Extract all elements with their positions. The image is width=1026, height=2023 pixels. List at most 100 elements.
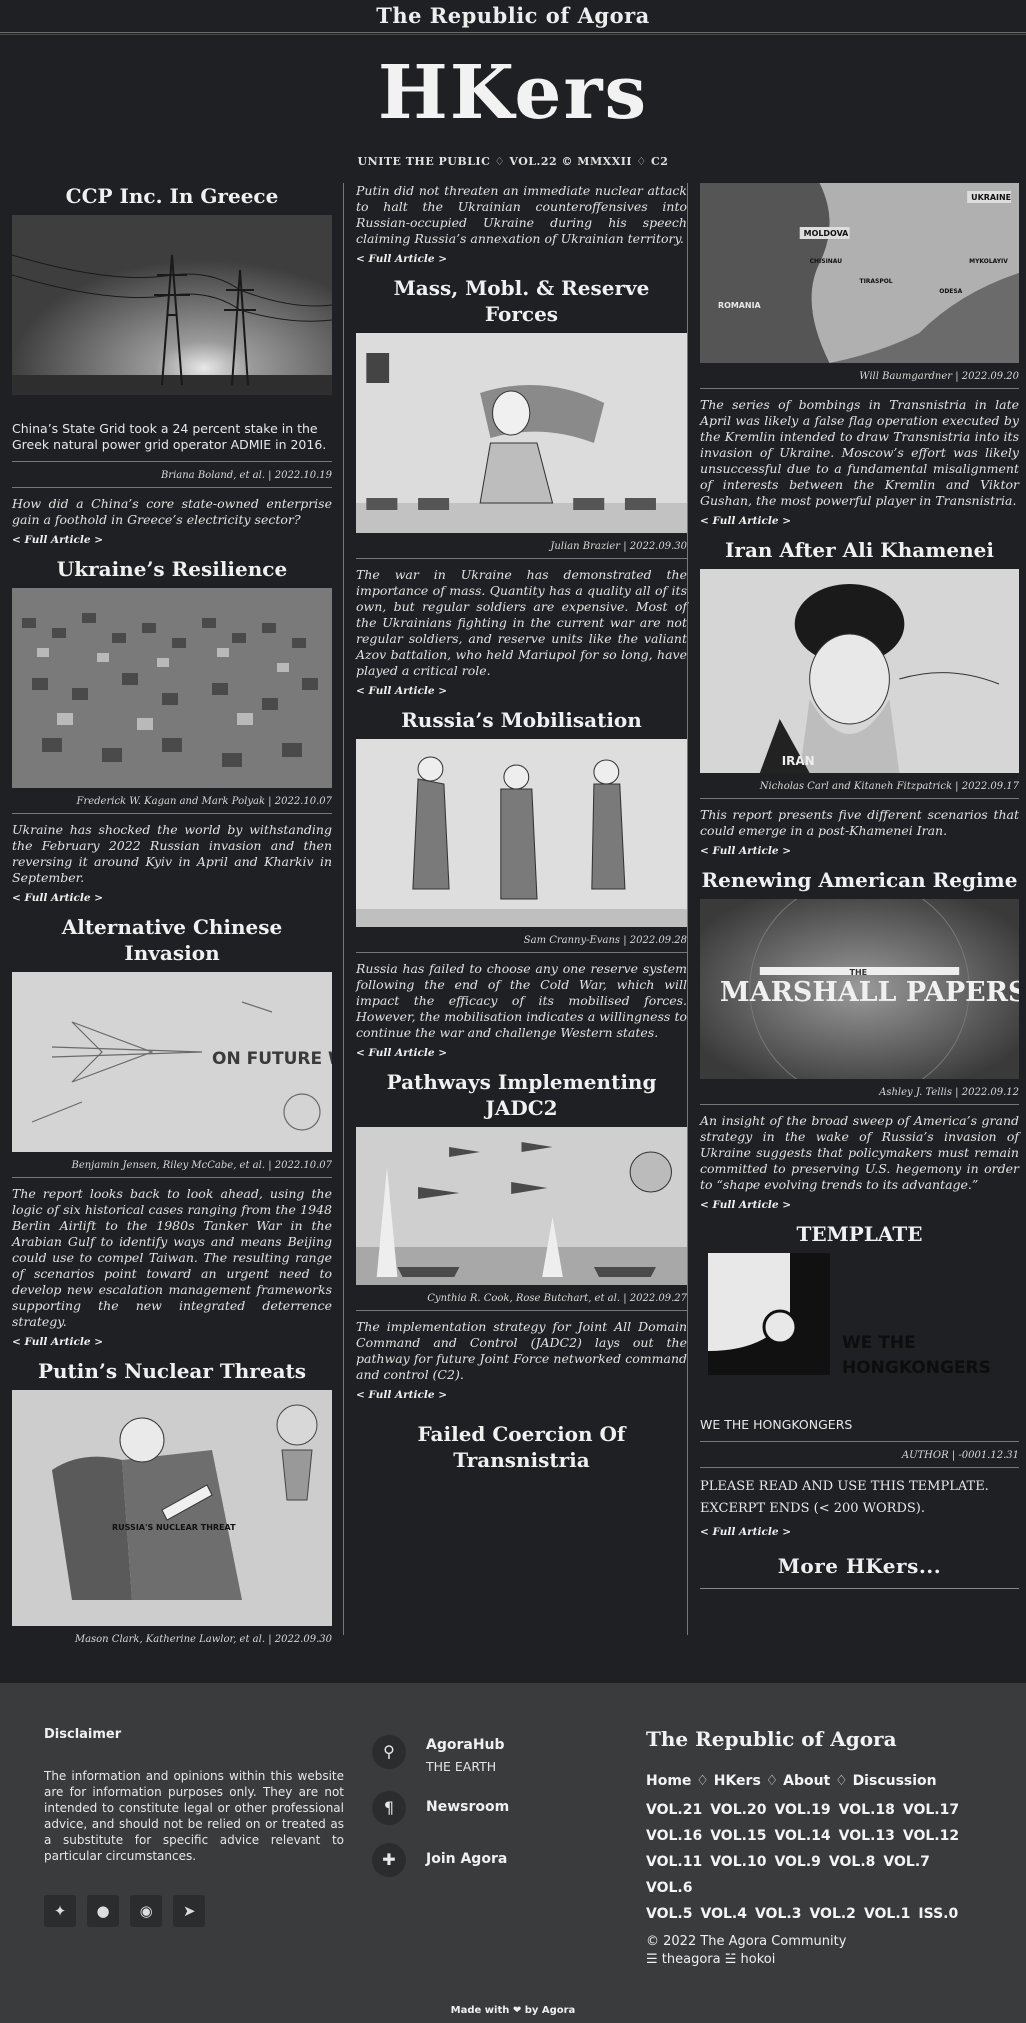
full-article-link[interactable]: < Full Article > [700,1526,1019,1538]
volume-link[interactable]: VOL.19 [774,1797,830,1823]
volume-link[interactable]: VOL.21 [646,1797,702,1823]
article-title[interactable]: Renewing American Regime [700,867,1019,893]
article-abstract: How did a China’s core state-owned enter… [12,496,332,527]
reddit-icon[interactable]: ◉ [130,1895,163,1927]
full-article-link[interactable]: < Full Article > [356,685,687,697]
article-title[interactable]: Russia’s Mobilisation [356,707,687,733]
nav-discussion[interactable]: Discussion [853,1773,937,1789]
contact-label: AgoraHub [426,1737,505,1753]
disclaimer: Disclaimer The information and opinions … [44,1727,344,1864]
article-title[interactable]: Pathways Implementing JADC2 [356,1069,687,1121]
article-summary: China’s State Grid took a 24 percent sta… [12,421,327,452]
volume-link[interactable]: VOL.14 [774,1823,830,1849]
divider [700,388,1019,389]
article-image-flags[interactable] [12,588,332,788]
article-title[interactable]: Mass, Mobl. & Reserve Forces [356,275,687,327]
volume-link[interactable]: VOL.6 [646,1875,692,1901]
article-image-marshall-papers[interactable]: THE MARSHALL PAPERS [700,899,1019,1079]
masthead-title: HKers [377,50,649,136]
divider [12,1177,332,1178]
contact-label: Join Agora [426,1851,508,1867]
copyright: © 2022 The Agora Community [646,1934,847,1949]
article-body-line: EXCERPT ENDS (< 200 WORDS). [700,1501,925,1516]
community-links[interactable]: ☰ theagora ☱ hokoi [646,1951,986,1969]
volume-link[interactable]: VOL.9 [774,1849,820,1875]
article-title[interactable]: Iran After Ali Khamenei [700,537,1019,563]
volume-link[interactable]: VOL.12 [903,1823,959,1849]
full-article-link[interactable]: < Full Article > [700,515,1019,527]
footer-site-title: The Republic of Agora [646,1727,897,1751]
full-article-link[interactable]: < Full Article > [12,1336,332,1348]
site-title[interactable]: The Republic of Agora [376,3,650,28]
full-article-link[interactable]: < Full Article > [356,1047,687,1059]
more-hkers-link[interactable]: More HKers... [700,1554,1019,1578]
full-article-link[interactable]: < Full Article > [700,1199,1019,1211]
social-links: ✦ ● ◉ ➤ [44,1895,211,1927]
volume-link[interactable]: VOL.11 [646,1849,702,1875]
volume-link[interactable]: VOL.13 [839,1823,895,1849]
image-caption: RUSSIA'S NUCLEAR THREAT [112,1523,236,1532]
divider [700,1467,1019,1468]
contact-sub: THE EARTH [426,1759,497,1774]
volume-link[interactable]: VOL.18 [839,1797,895,1823]
volume-link[interactable]: ISS.0 [918,1901,958,1927]
volume-link[interactable]: VOL.1 [864,1901,910,1927]
nav-about[interactable]: About [783,1773,830,1789]
volume-link[interactable]: VOL.10 [710,1849,766,1875]
article-byline: Julian Brazier | 2022.09.30 [550,541,687,552]
volume-link[interactable]: VOL.7 [883,1849,929,1875]
column-right: UKRAINE MOLDOVA ROMANIA CHISINAU TIRASPO… [687,183,1026,1635]
twitter-icon[interactable]: ✦ [44,1895,76,1927]
divider [700,1441,1019,1442]
map-label: MOLDOVA [804,229,850,238]
volume-link[interactable]: VOL.17 [903,1797,959,1823]
article-title[interactable]: TEMPLATE [700,1221,1019,1247]
article-image-khamenei-cartoon[interactable]: IRAN [700,569,1019,773]
nav-separator: ♢ [765,1773,779,1789]
article-body-line: PLEASE READ AND USE THIS TEMPLATE. [700,1479,989,1494]
article-image-map[interactable]: UKRAINE MOLDOVA ROMANIA CHISINAU TIRASPO… [700,183,1019,363]
full-article-link[interactable]: < Full Article > [356,1389,687,1401]
full-article-link[interactable]: < Full Article > [12,892,332,904]
full-article-link[interactable]: < Full Article > [700,845,1019,857]
article-title[interactable]: CCP Inc. In Greece [12,183,332,209]
article-image-future-war[interactable]: ON FUTURE WAR [12,972,332,1152]
telegram-icon[interactable]: ➤ [173,1895,206,1927]
volume-link[interactable]: VOL.2 [809,1901,855,1927]
article-image-soldiers-cartoon[interactable] [356,739,687,927]
github-icon[interactable]: ● [87,1895,120,1927]
article-image-nuclear-cartoon[interactable]: RUSSIA'S NUCLEAR THREAT [12,1390,332,1626]
footer: Disclaimer The information and opinions … [0,1683,1026,2023]
volume-link[interactable]: VOL.5 [646,1901,692,1927]
article-abstract: The series of bombings in Transnistria i… [700,397,1019,508]
article-image-template-logo[interactable]: WE THE HONGKONGERS [708,1253,1018,1393]
article-abstract: An insight of the broad sweep of America… [700,1113,1019,1192]
article-title[interactable]: Putin’s Nuclear Threats [12,1358,332,1384]
volume-link[interactable]: VOL.15 [710,1823,766,1849]
full-article-link[interactable]: < Full Article > [12,534,332,546]
map-label: MYKOLAYIV [969,258,1008,265]
article-byline: Briana Boland, et al. | 2022.10.19 [160,470,332,481]
divider [356,558,687,559]
column-middle: Putin did not threaten an immediate nucl… [343,183,687,1635]
article-abstract: Ukraine has shocked the world by withsta… [12,822,332,885]
volume-link[interactable]: VOL.3 [755,1901,801,1927]
article-title[interactable]: Alternative Chinese Invasion [12,914,332,966]
article-title[interactable]: Failed Coercion Of Transnistria [356,1421,687,1473]
made-with-credit: Made with ❤ by Agora [450,2005,576,2016]
volume-link[interactable]: VOL.8 [829,1849,875,1875]
map-label: CHISINAU [810,258,843,265]
volume-link[interactable]: VOL.20 [710,1797,766,1823]
article-summary: WE THE HONGKONGERS [700,1417,853,1432]
volume-link[interactable]: VOL.4 [700,1901,746,1927]
volume-link[interactable]: VOL.16 [646,1823,702,1849]
full-article-link[interactable]: < Full Article > [356,253,687,265]
article-title[interactable]: Ukraine’s Resilience [12,556,332,582]
article-image-mural[interactable] [356,333,687,533]
nav-home[interactable]: Home [646,1773,691,1789]
footer-main-nav: Home ♢ HKers ♢ About ♢ Discussion [646,1773,986,1789]
article-image-power-towers[interactable] [12,215,332,395]
nav-hkers[interactable]: HKers [714,1773,761,1789]
article-image-jadc2[interactable] [356,1127,687,1285]
column-left: CCP Inc. In Greece China’s State Grid to… [12,183,332,1651]
